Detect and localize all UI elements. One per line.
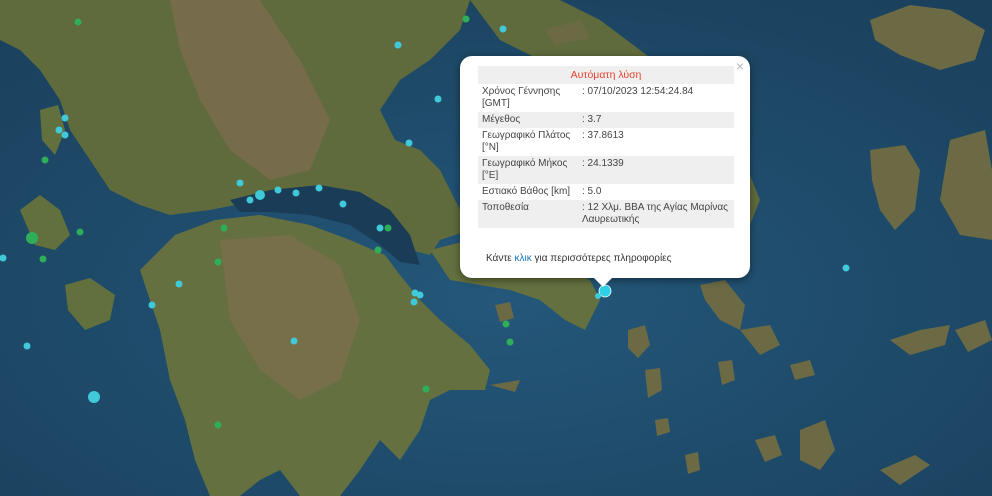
popup-pointer — [592, 276, 614, 287]
earthquake-marker[interactable] — [55, 126, 63, 134]
earthquake-marker[interactable] — [376, 224, 384, 232]
earthquake-marker[interactable] — [499, 25, 507, 33]
earthquake-marker[interactable] — [506, 338, 514, 346]
earthquake-marker[interactable] — [175, 280, 183, 288]
detail-row-location: Τοποθεσία : 12 Χλμ. ΒΒΑ της Αγίας Μαρίνα… — [478, 200, 734, 228]
detail-row-latitude: Γεωγραφικό Πλάτος [°N] : 37.8613 — [478, 128, 734, 156]
earthquake-details-table: Αυτόματη λύση Χρόνος Γέννησης [GMT] : 07… — [478, 66, 734, 228]
detail-row-depth: Εστιακό Βάθος [km] : 5.0 — [478, 184, 734, 200]
detail-row-origin-time: Χρόνος Γέννησης [GMT] : 07/10/2023 12:54… — [478, 84, 734, 112]
popup-title: Αυτόματη λύση — [478, 66, 734, 84]
earthquake-marker[interactable] — [595, 293, 601, 299]
more-info-link[interactable]: κλικ — [515, 253, 532, 264]
earthquake-marker[interactable] — [41, 156, 49, 164]
detail-value: : 3.7 — [578, 112, 734, 128]
earthquake-marker[interactable] — [61, 114, 69, 122]
earthquake-marker[interactable] — [214, 421, 222, 429]
earthquake-marker[interactable] — [255, 190, 265, 200]
earthquake-marker[interactable] — [23, 342, 31, 350]
earthquake-marker[interactable] — [410, 298, 418, 306]
earthquake-marker[interactable] — [292, 189, 300, 197]
earthquake-marker[interactable] — [274, 186, 282, 194]
earthquake-marker[interactable] — [394, 41, 402, 49]
detail-row-longitude: Γεωγραφικό Μήκος [°E] : 24.1339 — [478, 156, 734, 184]
earthquake-marker[interactable] — [462, 15, 470, 23]
detail-value: : 24.1339 — [578, 156, 734, 184]
earthquake-marker[interactable] — [76, 228, 84, 236]
detail-label: Γεωγραφικό Πλάτος [°N] — [482, 130, 571, 153]
earthquake-marker[interactable] — [220, 224, 228, 232]
earthquake-marker[interactable] — [61, 131, 69, 139]
earthquake-marker[interactable] — [422, 385, 430, 393]
detail-label: Χρόνος Γέννησης [GMT] — [482, 86, 561, 109]
close-icon[interactable]: × — [736, 58, 744, 74]
detail-value: : 37.8613 — [582, 130, 624, 141]
earthquake-marker[interactable] — [214, 258, 222, 266]
earthquake-marker[interactable] — [88, 391, 100, 403]
earthquake-info-popup: × Αυτόματη λύση Χρόνος Γέννησης [GMT] : … — [460, 56, 750, 278]
earthquake-marker[interactable] — [246, 196, 254, 204]
earthquake-marker[interactable] — [842, 264, 850, 272]
more-info-line: Κάντε κλικ για περισσότερες πληροφορίες — [486, 253, 671, 264]
detail-value: : 12 Χλμ. ΒΒΑ της Αγίας Μαρίνας Λαυρεωτι… — [578, 200, 734, 228]
detail-value: : 07/10/2023 12:54:24.84 — [582, 86, 694, 97]
earthquake-marker[interactable] — [148, 301, 156, 309]
more-info-suffix: για περισσότερες πληροφορίες — [531, 253, 672, 264]
earthquake-marker[interactable] — [384, 224, 392, 232]
earthquake-marker[interactable] — [290, 337, 298, 345]
earthquake-marker[interactable] — [416, 291, 424, 299]
detail-label: Τοποθεσία — [478, 200, 578, 228]
more-info-prefix: Κάντε — [486, 253, 515, 264]
detail-label: Εστιακό Βάθος [km] — [482, 186, 571, 197]
earthquake-marker[interactable] — [39, 255, 47, 263]
earthquake-marker[interactable] — [315, 184, 323, 192]
earthquake-marker[interactable] — [434, 95, 442, 103]
detail-label: Γεωγραφικό Μήκος [°E] — [478, 156, 578, 184]
earthquake-marker[interactable] — [405, 139, 413, 147]
detail-value: : 5.0 — [582, 186, 602, 197]
earthquake-marker[interactable] — [74, 18, 82, 26]
earthquake-marker[interactable] — [236, 179, 244, 187]
detail-row-magnitude: Μέγεθος : 3.7 — [478, 112, 734, 128]
detail-label: Μέγεθος — [478, 112, 578, 128]
earthquake-marker[interactable] — [26, 232, 38, 244]
earthquake-marker[interactable] — [374, 246, 382, 254]
earthquake-marker[interactable] — [502, 320, 510, 328]
earthquake-marker[interactable] — [339, 200, 347, 208]
